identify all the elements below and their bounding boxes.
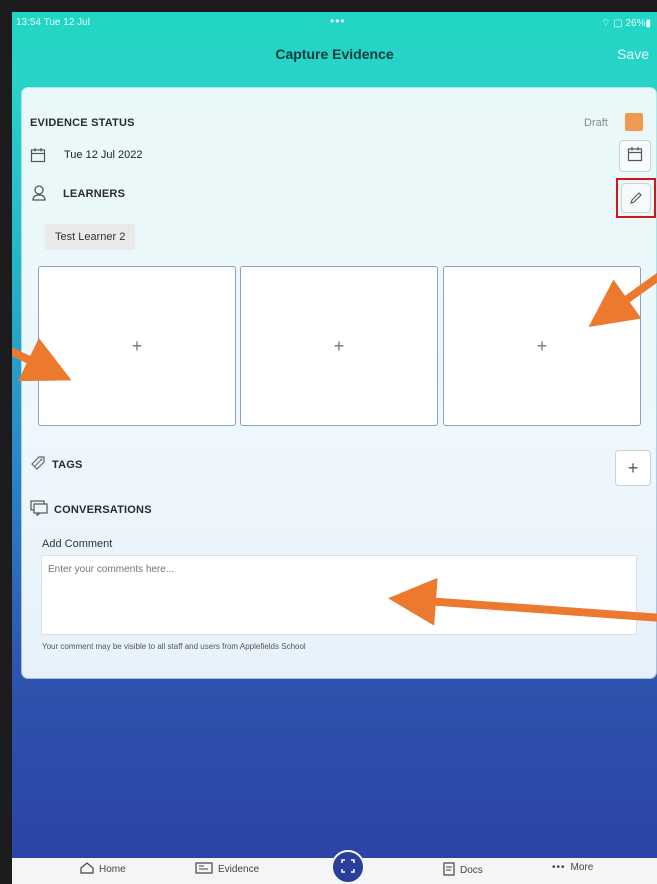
multitask-dots[interactable]: ••• [330,14,346,28]
learners-label: LEARNERS [63,188,126,200]
app-screen: 13:54 Tue 12 Jul ••• ⌔ ▢ 26%▮ Capture Ev… [12,12,657,884]
tab-docs-label: Docs [460,865,483,876]
evidence-card: EVIDENCE STATUS Draft Tue 12 Jul 2022 LE… [22,88,656,678]
tab-evidence-label: Evidence [218,864,260,875]
status-time: 13:54 Tue 12 Jul [16,17,90,28]
edit-learners-button[interactable] [616,178,656,218]
tags-label: TAGS [52,459,83,471]
status-value: Draft [584,117,608,129]
tab-docs[interactable]: Docs [443,862,483,879]
tab-home[interactable]: Home [80,862,126,877]
pencil-icon [621,183,651,213]
learner-chip[interactable]: Test Learner 2 [45,224,136,250]
calendar-icon [627,146,643,166]
add-photo-slot-1[interactable]: + [38,266,236,426]
evidence-date: Tue 12 Jul 2022 [64,149,143,161]
add-photo-slot-3[interactable]: + [443,266,641,426]
conversation-icon [30,500,48,521]
scan-icon [341,858,355,876]
evidence-icon [195,862,213,877]
add-comment-label: Add Comment [42,538,113,550]
tag-icon [30,455,48,476]
home-icon [80,862,94,877]
learner-icon [31,184,47,207]
tab-more[interactable]: ••• More [552,862,593,873]
status-bar: 13:54 Tue 12 Jul ••• ⌔ ▢ 26%▮ [12,12,657,32]
add-tag-button[interactable]: + [615,450,651,486]
conversations-label: CONVERSATIONS [54,504,152,516]
save-button[interactable]: Save [617,46,649,62]
status-indicators: ⌔ ▢ 26%▮ [601,18,651,29]
evidence-status-label: EVIDENCE STATUS [30,117,135,129]
page-title: Capture Evidence [275,46,394,62]
status-color-swatch[interactable] [625,113,643,131]
calendar-icon [30,147,46,168]
tab-evidence[interactable]: Evidence [195,862,259,877]
add-photo-slot-2[interactable]: + [240,266,438,426]
nav-bar: Capture Evidence Save [12,32,657,76]
tab-home-label: Home [99,864,126,875]
device-frame: 13:54 Tue 12 Jul ••• ⌔ ▢ 26%▮ Capture Ev… [0,0,657,884]
tab-more-label: More [570,862,594,873]
comment-input[interactable] [41,555,637,635]
date-picker-button[interactable] [619,140,651,172]
docs-icon [443,862,455,879]
comment-visibility-note: Your comment may be visible to all staff… [42,642,306,651]
scan-capture-button[interactable] [331,850,365,884]
more-dots-icon: ••• [552,862,566,873]
